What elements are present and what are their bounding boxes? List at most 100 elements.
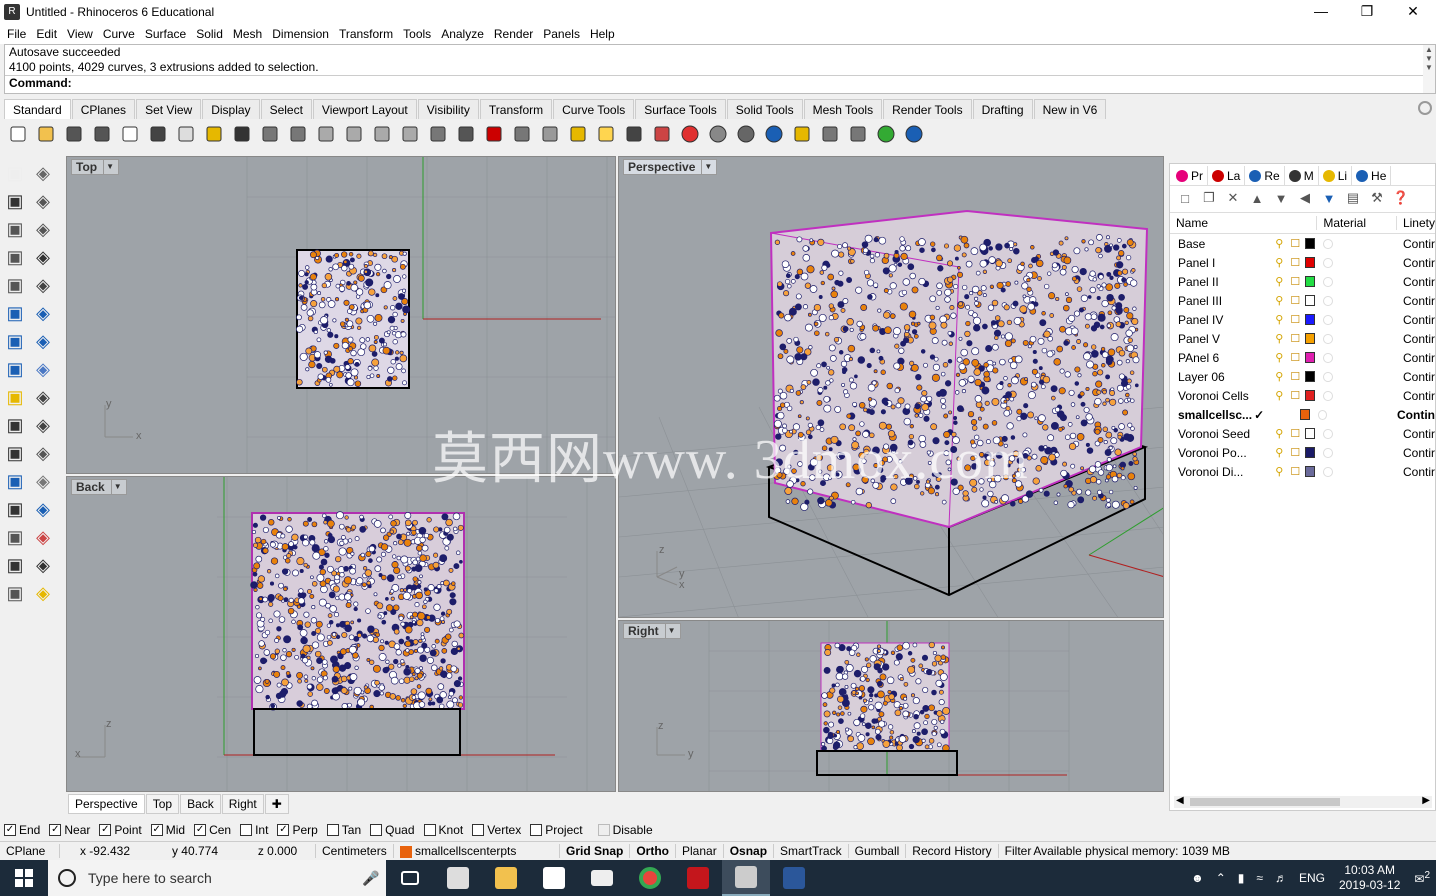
material-swatch[interactable] xyxy=(1323,447,1333,458)
material-swatch[interactable] xyxy=(1323,466,1333,477)
toolbar-tab-curve-tools[interactable]: Curve Tools xyxy=(553,99,635,119)
panel-tab-materials[interactable]: M xyxy=(1285,166,1319,185)
toolbar-tab-standard[interactable]: Standard xyxy=(4,99,71,119)
layer-linetype[interactable]: Contir xyxy=(1403,370,1435,384)
move-up-icon[interactable]: ▲ xyxy=(1248,190,1266,206)
store-icon[interactable] xyxy=(530,860,578,896)
pan-icon[interactable] xyxy=(259,123,281,145)
split-icon[interactable]: ◈ xyxy=(30,496,56,522)
layer-row[interactable]: PAnel 6 ⚲ ☐ Contir xyxy=(1170,348,1435,367)
toolbar-tab-surface-tools[interactable]: Surface Tools xyxy=(635,99,726,119)
sphere-solid-icon[interactable]: ◈ xyxy=(30,328,56,354)
toolbar-tab-viewport-layout[interactable]: Viewport Layout xyxy=(312,99,417,119)
project-icon[interactable]: ◈ xyxy=(30,440,56,466)
light-bulb-icon[interactable]: ⚲ xyxy=(1271,389,1288,402)
restore-button[interactable]: ❐ xyxy=(1344,0,1390,24)
toolbar-tab-render-tools[interactable]: Render Tools xyxy=(883,99,972,119)
layer-linetype[interactable]: Contir xyxy=(1403,446,1435,460)
surface-edit-icon[interactable]: ▣ xyxy=(2,300,28,326)
toolbar-options-gear-icon[interactable] xyxy=(1418,101,1432,115)
point-icon[interactable]: ◈ xyxy=(30,160,56,186)
layer-name[interactable]: Panel IV xyxy=(1170,313,1257,327)
layer-row[interactable]: Panel I ⚲ ☐ Contir xyxy=(1170,253,1435,272)
unlock-icon[interactable]: ☐ xyxy=(1288,332,1303,345)
viewport-perspective[interactable]: Perspective ▼ z y x xyxy=(618,156,1164,618)
circle-icon[interactable]: ▣ xyxy=(2,216,28,242)
toolbar-tab-transform[interactable]: Transform xyxy=(479,99,553,119)
print-icon[interactable] xyxy=(91,123,113,145)
layer-name[interactable]: Base xyxy=(1170,237,1257,251)
osnap-knot[interactable]: Knot xyxy=(423,823,463,837)
checkbox-icon[interactable] xyxy=(597,824,610,836)
osnap-project[interactable]: Project xyxy=(530,823,583,837)
column-linetype[interactable]: Linety xyxy=(1397,216,1435,230)
scroll-right-icon[interactable]: ▶ xyxy=(1422,795,1430,806)
smarttrack-toggle[interactable]: SmartTrack xyxy=(774,844,849,858)
layer-color-swatch[interactable] xyxy=(1304,333,1316,344)
layer-color-swatch[interactable] xyxy=(1304,428,1316,439)
menu-transform[interactable]: Transform xyxy=(334,27,398,41)
viewport-tab-perspective[interactable]: Perspective xyxy=(68,794,145,814)
zoom-icon[interactable] xyxy=(315,123,337,145)
panel-tab-properties[interactable]: Pr xyxy=(1172,166,1208,185)
layer-row[interactable]: Voronoi Cells ⚲ ☐ Contir xyxy=(1170,386,1435,405)
menu-analyze[interactable]: Analyze xyxy=(436,27,489,41)
viewport-back-title[interactable]: Back ▼ xyxy=(71,479,127,495)
unlock-icon[interactable]: ☐ xyxy=(1288,237,1303,250)
checkbox-icon[interactable] xyxy=(240,824,253,836)
osnap-point[interactable]: ✓ Point xyxy=(99,823,142,837)
surface-fillet-icon[interactable]: ◈ xyxy=(30,300,56,326)
command-prompt[interactable]: Command: xyxy=(5,75,1435,91)
menu-render[interactable]: Render xyxy=(489,27,538,41)
viewport-tab-top[interactable]: Top xyxy=(145,794,180,814)
filter-toggle[interactable]: Filter xyxy=(999,844,1034,858)
unlock-icon[interactable]: ☐ xyxy=(1288,313,1303,326)
material-swatch[interactable] xyxy=(1323,371,1333,382)
unlock-icon[interactable]: ☐ xyxy=(1288,351,1303,364)
move-out-icon[interactable]: ◀ xyxy=(1296,190,1314,206)
panel-tab-libraries[interactable]: Li xyxy=(1319,166,1353,185)
layer-color-swatch[interactable] xyxy=(1304,447,1316,458)
notifications-icon[interactable]: ✉2 xyxy=(1408,870,1436,886)
layer-linetype[interactable]: Contir xyxy=(1403,256,1435,270)
box-solid-icon[interactable]: ▣ xyxy=(2,328,28,354)
microphone-icon[interactable]: 🎤 xyxy=(362,870,386,887)
snap-settings-icon[interactable] xyxy=(567,123,589,145)
arc-icon[interactable]: ◈ xyxy=(30,216,56,242)
checkbox-icon[interactable] xyxy=(472,824,485,836)
layer-linetype[interactable]: Contir xyxy=(1403,237,1435,251)
cage-icon[interactable]: ◈ xyxy=(30,580,56,606)
checkbox-icon[interactable]: ✓ xyxy=(194,824,207,836)
zoom-window-icon[interactable] xyxy=(343,123,365,145)
history-icon[interactable] xyxy=(847,123,869,145)
plane-surface-icon[interactable]: ◈ xyxy=(30,356,56,382)
light-bulb-icon[interactable]: ⚲ xyxy=(1271,465,1288,478)
layer-row[interactable]: Voronoi Seed ⚲ ☐ Contir xyxy=(1170,424,1435,443)
paste-icon[interactable] xyxy=(203,123,225,145)
wifi-icon[interactable]: ≈ xyxy=(1250,871,1269,885)
toolbar-tab-set-view[interactable]: Set View xyxy=(136,99,202,119)
menu-mesh[interactable]: Mesh xyxy=(228,27,267,41)
viewport-right[interactable]: Right ▼ z y xyxy=(618,620,1164,792)
material-swatch[interactable] xyxy=(1323,295,1333,306)
move-down-icon[interactable]: ▼ xyxy=(1272,190,1290,206)
light-bulb-icon[interactable]: ⚲ xyxy=(1271,294,1288,307)
cplane-label[interactable]: CPlane xyxy=(0,844,60,858)
open-file-icon[interactable] xyxy=(35,123,57,145)
layer-linetype[interactable]: Contir xyxy=(1403,465,1435,479)
light-bulb-icon[interactable]: ⚲ xyxy=(1271,237,1288,250)
gumball-toggle[interactable]: Gumball xyxy=(849,844,907,858)
light-bulb-icon[interactable]: ⚲ xyxy=(1271,370,1288,383)
undo-icon[interactable] xyxy=(231,123,253,145)
light-bulb-icon[interactable] xyxy=(595,123,617,145)
panel-tab-help[interactable]: He xyxy=(1352,166,1392,185)
explode-icon[interactable]: ▣ xyxy=(2,384,28,410)
toolbar-tab-mesh-tools[interactable]: Mesh Tools xyxy=(803,99,883,119)
new-sublayer-icon[interactable]: ❐ xyxy=(1200,190,1218,206)
layer-color-swatch[interactable] xyxy=(1304,238,1316,249)
material-swatch[interactable] xyxy=(1323,390,1333,401)
layer-row[interactable]: Layer 06 ⚲ ☐ Contir xyxy=(1170,367,1435,386)
osnap-perp[interactable]: ✓ Perp xyxy=(277,823,318,837)
menu-view[interactable]: View xyxy=(62,27,98,41)
layer-color-swatch[interactable] xyxy=(1304,257,1316,268)
